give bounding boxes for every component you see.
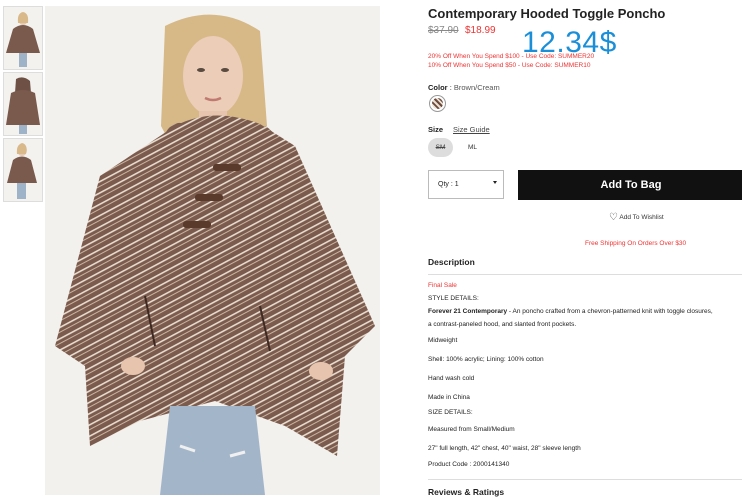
fabric-text: Shell: 100% acrylic; Lining: 100% cotton bbox=[428, 356, 544, 363]
measured-text: Measured from Small/Medium bbox=[428, 426, 515, 433]
free-shipping-note: Free Shipping On Orders Over $30 bbox=[585, 240, 687, 247]
size-option-ml[interactable]: ML bbox=[460, 138, 485, 157]
divider bbox=[428, 479, 742, 480]
measurements-text: 27" full length, 42" chest, 40" waist, 2… bbox=[428, 445, 581, 452]
thumbnail-front[interactable] bbox=[3, 6, 43, 70]
add-to-wishlist-link[interactable]: ♡ Add To Wishlist bbox=[609, 212, 664, 223]
thumbnail-side[interactable] bbox=[3, 138, 43, 202]
size-guide-link[interactable]: Size Guide bbox=[453, 125, 490, 134]
add-to-bag-button[interactable]: Add To Bag bbox=[518, 170, 742, 200]
description-summary-cont: a contrast-paneled hood, and slanted fro… bbox=[428, 321, 577, 328]
size-label: Size bbox=[428, 125, 444, 134]
chevron-down-icon bbox=[493, 181, 497, 184]
weight-text: Midweight bbox=[428, 337, 458, 344]
reviews-heading[interactable]: Reviews & Ratings bbox=[428, 487, 504, 497]
overlay-price: 12.34$ bbox=[522, 26, 617, 59]
style-details-heading: STYLE DETAILS: bbox=[428, 295, 479, 302]
final-sale-label: Final Sale bbox=[428, 282, 457, 289]
size-option-sm[interactable]: SM bbox=[428, 138, 453, 157]
divider bbox=[428, 274, 742, 275]
original-price: $37.90 bbox=[428, 25, 459, 36]
thumbnail-hood[interactable] bbox=[3, 72, 43, 136]
origin-text: Made in China bbox=[428, 394, 470, 401]
description-heading: Description bbox=[428, 257, 475, 267]
main-product-image[interactable] bbox=[45, 6, 380, 495]
color-row: Color : Brown/Cream bbox=[428, 83, 500, 92]
color-swatch-brown-cream[interactable] bbox=[429, 95, 446, 112]
product-code: Product Code : 2000141340 bbox=[428, 461, 510, 468]
product-title: Contemporary Hooded Toggle Poncho bbox=[428, 6, 666, 21]
promo-line-2: 10% Off When You Spend $50 - Use Code: S… bbox=[428, 62, 591, 69]
wishlist-label: Add To Wishlist bbox=[619, 214, 664, 221]
quantity-select[interactable]: Qty : 1 bbox=[428, 170, 504, 199]
chevron-swatch-icon bbox=[432, 98, 443, 109]
heart-icon: ♡ bbox=[609, 212, 618, 223]
size-details-heading: SIZE DETAILS: bbox=[428, 409, 473, 416]
color-value: Brown/Cream bbox=[453, 83, 500, 92]
description-summary: Forever 21 Contemporary - An poncho craf… bbox=[428, 308, 713, 315]
color-label: Color bbox=[428, 83, 448, 92]
care-text: Hand wash cold bbox=[428, 375, 475, 382]
sale-price: $18.99 bbox=[465, 25, 496, 36]
